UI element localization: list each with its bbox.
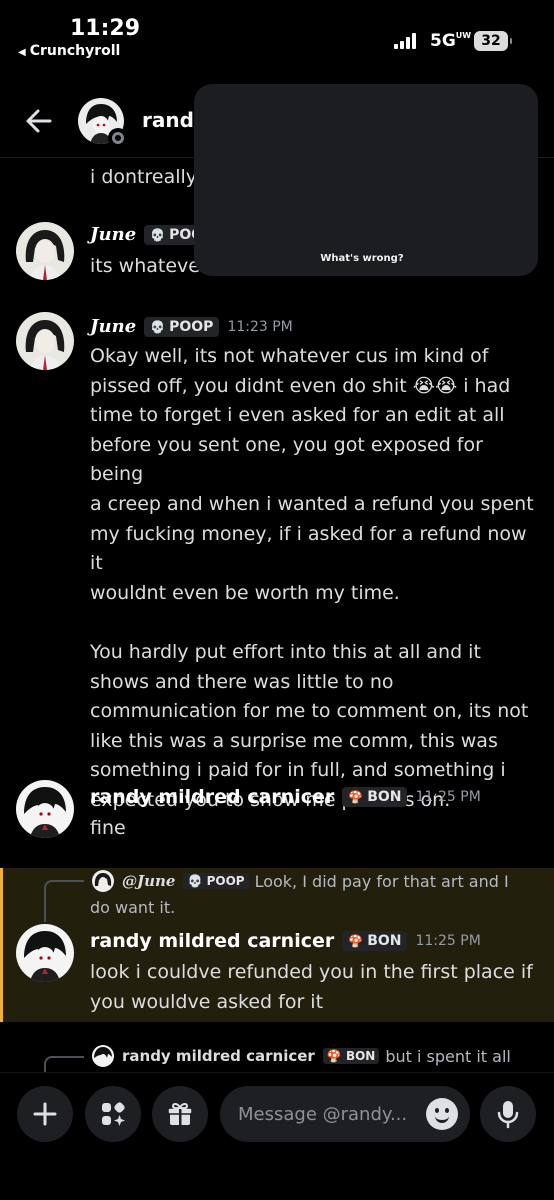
signal-icon	[394, 33, 418, 49]
avatar[interactable]	[16, 222, 74, 280]
reply-snippet: but i spent it all	[385, 1046, 511, 1066]
skull-icon: 💀	[150, 319, 166, 334]
message-line: pissed off, you didnt even do shit 😭😭 i …	[90, 374, 511, 397]
reply-snippet: Look, I did pay for that art and I	[254, 871, 509, 891]
network-label: 5GUW	[430, 31, 472, 51]
message-text: fine	[90, 817, 126, 839]
reply-author: @June	[122, 872, 176, 890]
back-app-label: Crunchyroll	[29, 43, 121, 59]
timestamp: 11:25 PM	[415, 789, 481, 805]
avatar	[92, 870, 114, 892]
skull-icon: 💀	[150, 227, 166, 242]
apps-icon[interactable]	[85, 1086, 141, 1142]
message-input[interactable]	[238, 1086, 418, 1142]
message-line: You hardly put effort into this at all a…	[90, 640, 481, 663]
plus-icon[interactable]	[17, 1086, 73, 1142]
reply-connector	[44, 880, 84, 922]
role-tag: 💀 POOP	[183, 873, 249, 889]
mic-icon[interactable]	[480, 1086, 536, 1142]
message-line: Okay well, its not whatever cus im kind …	[90, 345, 489, 367]
username[interactable]: June	[90, 316, 136, 337]
avatar[interactable]	[16, 780, 74, 838]
message-header: June 💀 POOP 11:23 PM	[90, 316, 293, 337]
reply-context[interactable]: @June 💀 POOP Look, I did pay for that ar…	[92, 870, 509, 892]
timestamp: 11:23 PM	[227, 318, 293, 335]
clock: 11:29	[70, 16, 141, 41]
gift-icon[interactable]	[152, 1086, 208, 1142]
message-header: randy mildred carnicer 🍄 BON 11:25 PM	[90, 786, 481, 808]
overlay-panel[interactable]: What's wrong?	[194, 84, 538, 276]
crying-emoji: 😭😭	[412, 374, 458, 397]
composer-bar	[0, 1072, 554, 1200]
message-line: a creep and when i wanted a refund you s…	[90, 492, 534, 515]
message-line: something i paid for in full, and someth…	[90, 759, 506, 782]
overlay-label: What's wrong?	[320, 253, 404, 264]
username[interactable]: June	[90, 224, 136, 245]
role-tag: 🍄 BON	[342, 931, 408, 951]
reply-snippet-cont: do want it.	[90, 898, 176, 917]
battery-icon: 32	[474, 31, 512, 51]
role-tag: 🍄 BON	[322, 1048, 380, 1064]
emoji-icon[interactable]	[426, 1098, 458, 1130]
back-to-app-link[interactable]: ◀ Crunchyroll	[18, 43, 120, 59]
avatar	[92, 1045, 114, 1067]
message-line: wouldnt even be worth my time.	[90, 581, 400, 604]
avatar[interactable]	[16, 312, 74, 370]
message-body: look i couldve refunded you in the first…	[90, 958, 540, 1017]
message-input-container[interactable]	[220, 1086, 470, 1142]
status-offline-icon	[108, 128, 128, 148]
message-line: time to forget i even asked for an edit …	[90, 404, 505, 427]
message-line: like this was a surprise me comm, this w…	[90, 729, 498, 752]
reply-author: randy mildred carnicer	[122, 1047, 315, 1065]
username[interactable]: randy mildred carnicer	[90, 930, 334, 952]
message-line: communication for me to comment on, its …	[90, 700, 529, 723]
message-line: my fucking money, if i asked for a refun…	[90, 522, 527, 575]
back-triangle-icon: ◀	[18, 47, 26, 58]
message-line: shows and there was little to no	[90, 670, 394, 693]
message-body: Okay well, its not whatever cus im kind …	[90, 342, 540, 816]
reply-context[interactable]: randy mildred carnicer 🍄 BON but i spent…	[92, 1045, 511, 1067]
message-line: before you sent one, you got exposed for…	[90, 433, 483, 486]
role-tag: 💀 POOP	[144, 316, 220, 337]
role-tag: 🍄 BON	[342, 787, 408, 807]
mushroom-icon: 🍄	[348, 934, 364, 948]
message-line: you wouldve asked for it	[90, 990, 324, 1013]
status-bar: 11:29 ◀ Crunchyroll 5GUW 32	[0, 0, 554, 70]
mushroom-icon: 🍄	[348, 790, 364, 804]
message-line: look i couldve refunded you in the first…	[90, 961, 533, 983]
message-header: randy mildred carnicer 🍄 BON 11:25 PM	[90, 930, 481, 952]
username[interactable]: randy mildred carnicer	[90, 786, 334, 808]
timestamp: 11:25 PM	[415, 933, 481, 949]
avatar[interactable]	[16, 924, 74, 982]
arrow-left-icon[interactable]	[24, 106, 54, 136]
